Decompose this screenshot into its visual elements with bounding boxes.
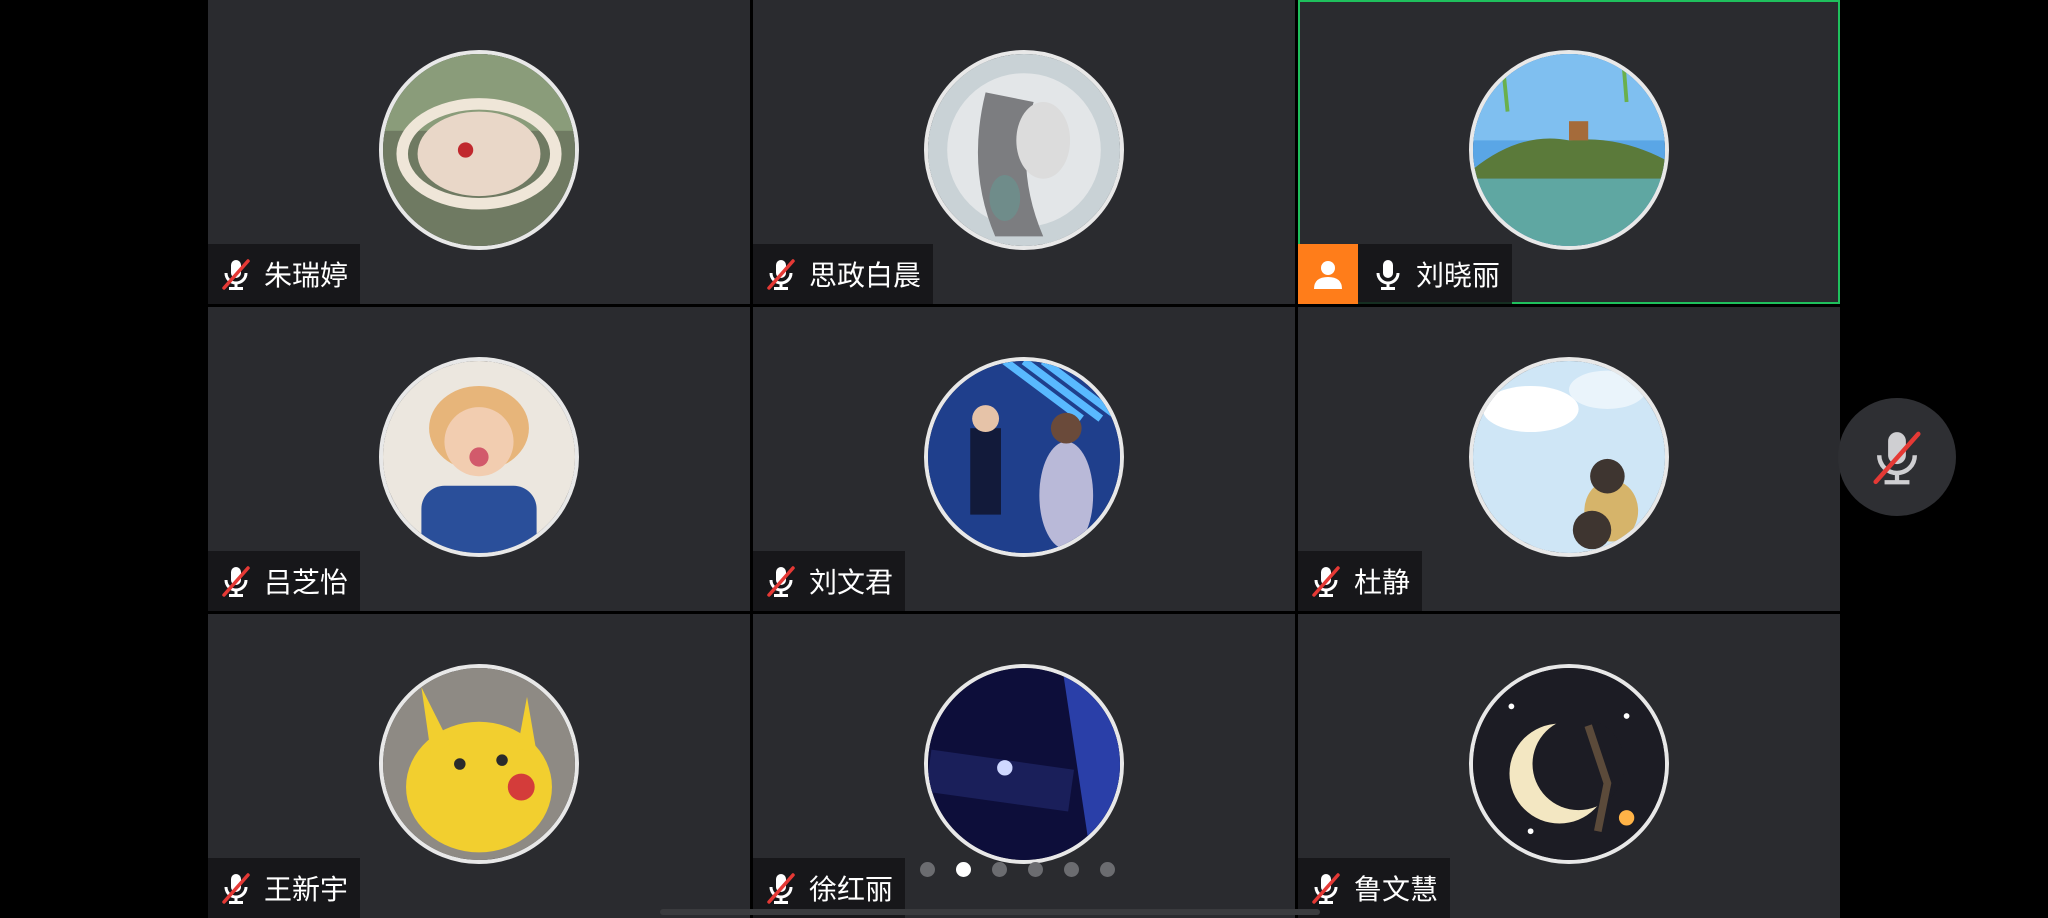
page-dot[interactable]	[1100, 862, 1115, 877]
participant-tile[interactable]: 王新宇	[208, 614, 750, 918]
participant-avatar	[924, 664, 1124, 864]
microphone-muted-icon	[767, 873, 795, 904]
participant-name: 吕芝怡	[264, 566, 349, 599]
microphone-muted-icon	[1873, 431, 1921, 485]
participant-namebar: 鲁文慧	[1298, 858, 1451, 918]
participant-name: 鲁文慧	[1354, 873, 1439, 906]
page-dot-active[interactable]	[956, 862, 971, 877]
microphone-icon	[1376, 260, 1400, 290]
participant-avatar	[379, 357, 579, 557]
microphone-muted-icon	[222, 566, 250, 597]
participant-tile[interactable]: 杜静	[1298, 307, 1840, 611]
participant-avatar	[924, 50, 1124, 250]
participant-name: 刘晓丽	[1416, 259, 1501, 292]
participant-avatar	[1469, 50, 1669, 250]
participant-name: 徐红丽	[809, 873, 894, 906]
participant-name: 刘文君	[809, 566, 894, 599]
participant-tile[interactable]: 刘文君	[753, 307, 1295, 611]
participant-tile-active-speaker[interactable]: 刘晓丽	[1298, 0, 1840, 304]
participant-avatar	[379, 50, 579, 250]
participant-name: 思政白晨	[809, 259, 922, 292]
page-indicator[interactable]	[920, 862, 1115, 877]
participant-namebar: 杜静	[1298, 551, 1423, 611]
gesture-home-bar[interactable]	[660, 909, 1320, 915]
page-dot[interactable]	[1028, 862, 1043, 877]
participant-tile[interactable]: 吕芝怡	[208, 307, 750, 611]
participant-namebar: 刘文君	[753, 551, 906, 611]
participant-name: 杜静	[1354, 566, 1411, 599]
participant-avatar	[1469, 357, 1669, 557]
participant-avatar	[924, 357, 1124, 557]
participant-namebar: 刘晓丽	[1298, 244, 1513, 304]
participant-namebar: 王新宇	[208, 858, 361, 918]
page-dot[interactable]	[992, 862, 1007, 877]
participant-name: 朱瑞婷	[264, 259, 349, 292]
person-icon	[1314, 261, 1342, 289]
microphone-muted-icon	[1312, 873, 1340, 904]
participant-tile[interactable]: 思政白晨	[753, 0, 1295, 304]
participant-avatar	[1469, 664, 1669, 864]
host-badge	[1298, 244, 1358, 304]
microphone-muted-icon	[767, 259, 795, 290]
participant-namebar: 思政白晨	[753, 244, 934, 304]
meeting-gallery-view: 朱瑞婷 思政白晨 刘晓丽 吕芝怡 刘文君 杜静 王新宇 徐红丽 鲁文慧	[0, 0, 2048, 918]
participant-namebar: 吕芝怡	[208, 551, 361, 611]
participant-grid: 朱瑞婷 思政白晨 刘晓丽 吕芝怡 刘文君 杜静 王新宇 徐红丽 鲁文慧	[208, 0, 1840, 918]
participant-name: 王新宇	[264, 873, 349, 906]
participant-tile[interactable]: 鲁文慧	[1298, 614, 1840, 918]
participant-namebar: 朱瑞婷	[208, 244, 361, 304]
page-dot[interactable]	[1064, 862, 1079, 877]
mute-toggle-button[interactable]	[1838, 398, 1956, 516]
participant-avatar	[379, 664, 579, 864]
microphone-muted-icon	[222, 259, 250, 290]
participant-tile[interactable]: 朱瑞婷	[208, 0, 750, 304]
microphone-muted-icon	[767, 566, 795, 597]
microphone-muted-icon	[1312, 566, 1340, 597]
page-dot[interactable]	[920, 862, 935, 877]
microphone-muted-icon	[222, 873, 250, 904]
